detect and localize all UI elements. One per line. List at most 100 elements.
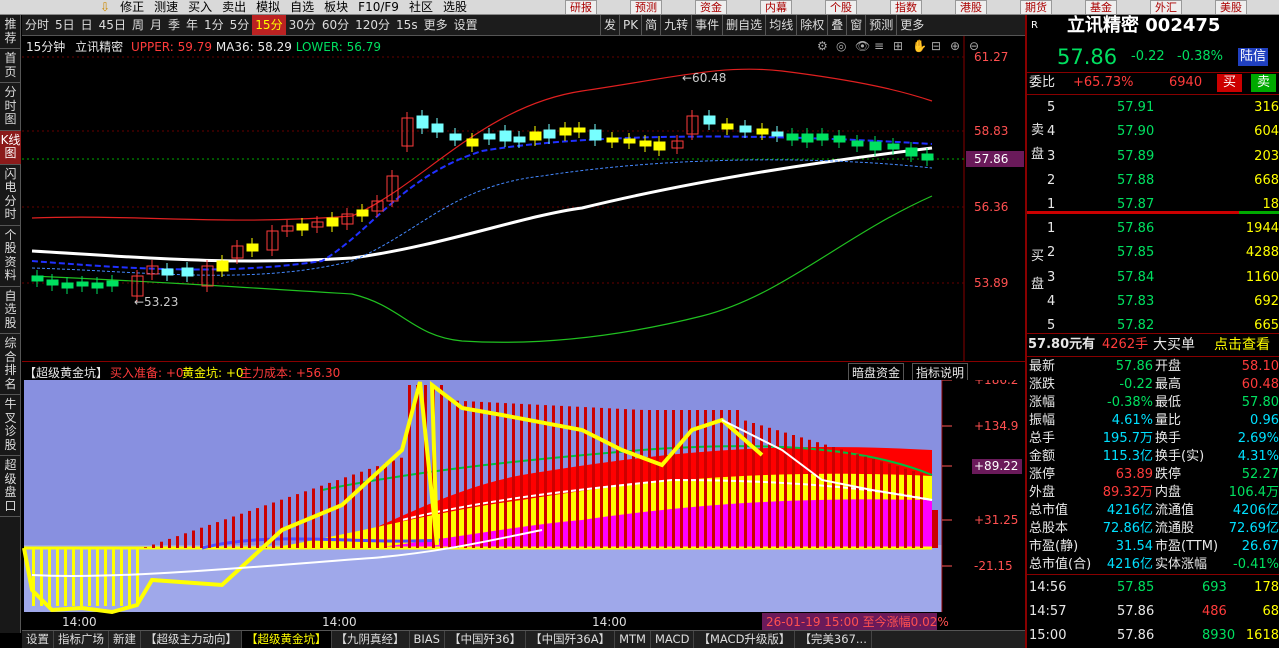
menu-item[interactable]: 模拟 bbox=[256, 0, 280, 14]
indicator-tab[interactable]: MACD bbox=[651, 631, 695, 648]
top-link[interactable]: 个股 bbox=[825, 0, 857, 14]
tool-button[interactable]: 九转 bbox=[660, 15, 691, 35]
indicator-tab[interactable]: 【MACD升级版】 bbox=[694, 631, 796, 648]
nav-item[interactable]: 个股资料 bbox=[0, 226, 21, 287]
book-row[interactable]: 3 57.84 1160 bbox=[1027, 269, 1279, 287]
sell-button[interactable]: 卖 bbox=[1251, 74, 1277, 92]
tool-button[interactable]: PK bbox=[619, 15, 641, 35]
top-link[interactable]: 期货 bbox=[1020, 0, 1052, 14]
indicator-tab[interactable]: 新建 bbox=[109, 631, 141, 648]
stat-row: 最新 57.86 开盘 58.10 bbox=[1027, 358, 1279, 376]
nav-item[interactable]: 牛叉诊股 bbox=[0, 395, 21, 456]
period-tab[interactable]: 15s bbox=[393, 15, 421, 35]
indicator-bar bbox=[872, 459, 875, 548]
indicator-tab[interactable]: BIAS bbox=[410, 631, 445, 648]
period-tab[interactable]: 30分 bbox=[286, 15, 319, 35]
menu-item[interactable]: 买入 bbox=[188, 0, 212, 14]
indicator-tab[interactable]: 设置 bbox=[22, 631, 54, 648]
period-tab[interactable]: 更多 bbox=[421, 15, 451, 35]
candle bbox=[606, 137, 619, 143]
period-tab[interactable]: 设置 bbox=[451, 15, 481, 35]
tool-button[interactable]: 事件 bbox=[691, 15, 722, 35]
stat-value: 63.89 bbox=[1115, 467, 1153, 482]
indicator-tab[interactable]: 【完美367... bbox=[795, 631, 872, 648]
period-tab[interactable]: 120分 bbox=[352, 15, 393, 35]
nav-item[interactable]: K线图 bbox=[0, 130, 21, 165]
period-tab[interactable]: 周 bbox=[129, 15, 147, 35]
tool-button[interactable]: 均线 bbox=[765, 15, 796, 35]
nav-item[interactable]: 超级盘口 bbox=[0, 456, 21, 517]
book-row[interactable]: 2 57.88 668 bbox=[1027, 172, 1279, 190]
top-link[interactable]: 内幕 bbox=[760, 0, 792, 14]
top-link[interactable]: 美股 bbox=[1215, 0, 1247, 14]
nav-item[interactable]: 自选股 bbox=[0, 287, 21, 334]
indicator-tab[interactable]: 指标广场 bbox=[54, 631, 109, 648]
tool-button[interactable]: 删自选 bbox=[722, 15, 765, 35]
indicator-tab[interactable]: 【九阴真经】 bbox=[332, 631, 410, 648]
period-tab[interactable]: 月 bbox=[147, 15, 165, 35]
big-order-link[interactable]: 点击查看 bbox=[1214, 336, 1270, 354]
indicator-bar bbox=[216, 522, 219, 548]
book-row[interactable]: 4 57.90 604 bbox=[1027, 123, 1279, 141]
indicator-tab[interactable]: 【超级主力动向】 bbox=[141, 631, 242, 648]
period-tab[interactable]: 分时 bbox=[22, 15, 52, 35]
period-tab[interactable]: 季 bbox=[165, 15, 183, 35]
top-link[interactable]: 指数 bbox=[890, 0, 922, 14]
menu-item[interactable]: 板块 bbox=[324, 0, 348, 14]
book-row[interactable]: 4 57.83 692 bbox=[1027, 293, 1279, 311]
top-link[interactable]: 资金 bbox=[695, 0, 727, 14]
menu-item[interactable]: 卖出 bbox=[222, 0, 246, 14]
indicator-tab[interactable]: 【中国歼36A】 bbox=[526, 631, 616, 648]
tool-button[interactable]: 窗 bbox=[846, 15, 865, 35]
period-tab[interactable]: 60分 bbox=[319, 15, 352, 35]
buy-button[interactable]: 买 bbox=[1217, 74, 1243, 92]
period-tab[interactable]: 15分 bbox=[252, 15, 286, 35]
nav-item[interactable]: 分时图 bbox=[0, 83, 21, 131]
menu-item[interactable]: 自选 bbox=[290, 0, 314, 14]
tool-button[interactable]: 叠 bbox=[827, 15, 846, 35]
period-tab[interactable]: 1分 bbox=[201, 15, 227, 35]
tick-volume: 486 bbox=[1202, 604, 1227, 619]
menu-f10[interactable]: F10/F9 bbox=[358, 0, 399, 14]
stat-label: 最高 bbox=[1155, 377, 1182, 392]
menu-item[interactable]: 社区 bbox=[409, 0, 433, 14]
tool-button[interactable]: 预测 bbox=[865, 15, 896, 35]
tool-button[interactable]: 简 bbox=[641, 15, 660, 35]
period-tab[interactable]: 日 bbox=[78, 15, 96, 35]
kline-chart[interactable]: 15分钟 立讯精密 UPPER: 59.79 MA36: 58.29 LOWER… bbox=[22, 36, 1025, 361]
menu-item[interactable]: 测速 bbox=[154, 0, 178, 14]
indicator-tab[interactable]: 【中国歼36】 bbox=[445, 631, 527, 648]
nav-item[interactable]: 综合排名 bbox=[0, 334, 21, 395]
period-tab[interactable]: 45日 bbox=[96, 15, 129, 35]
tool-button[interactable]: 除权 bbox=[796, 15, 827, 35]
menu-arrow-icon[interactable]: ⇩ bbox=[100, 0, 110, 14]
tool-button[interactable]: 更多 bbox=[896, 15, 927, 35]
top-link[interactable]: 预测 bbox=[630, 0, 662, 14]
stat-label: 总市值(合) bbox=[1029, 557, 1092, 572]
nav-item[interactable]: 首页 bbox=[0, 49, 21, 83]
menu-item[interactable]: 修正 bbox=[120, 0, 144, 14]
book-row[interactable]: 1 57.86 1944 bbox=[1027, 220, 1279, 238]
indicator-bar bbox=[208, 524, 211, 548]
book-row[interactable]: 5 57.91 316 bbox=[1027, 99, 1279, 117]
book-row[interactable]: 2 57.85 4288 bbox=[1027, 244, 1279, 262]
candle bbox=[326, 217, 339, 227]
indicator-tab[interactable]: 【超级黄金坑】 bbox=[242, 631, 332, 648]
chart-tool-icon: ≡ bbox=[874, 39, 884, 53]
top-link[interactable]: 基金 bbox=[1085, 0, 1117, 14]
top-link[interactable]: 外汇 bbox=[1150, 0, 1182, 14]
indicator-bar bbox=[592, 407, 595, 548]
period-tab[interactable]: 5分 bbox=[227, 15, 253, 35]
period-tab[interactable]: 年 bbox=[183, 15, 201, 35]
indicator-chart[interactable]: +186.2 +134.9 +89.22 +31.25 -21.15 14:00 14:00… bbox=[22, 373, 1025, 630]
period-tab[interactable]: 5日 bbox=[52, 15, 78, 35]
stat-value: 72.69亿 bbox=[1228, 521, 1279, 536]
top-link[interactable]: 研报 bbox=[565, 0, 597, 14]
top-link[interactable]: 港股 bbox=[955, 0, 987, 14]
tool-button[interactable]: 发 bbox=[600, 15, 619, 35]
nav-item[interactable]: 闪电分时 bbox=[0, 165, 21, 226]
menu-item[interactable]: 选股 bbox=[443, 0, 467, 14]
nav-item[interactable]: 推荐 bbox=[0, 15, 21, 49]
book-row[interactable]: 3 57.89 203 bbox=[1027, 148, 1279, 166]
indicator-tab[interactable]: MTM bbox=[615, 631, 651, 648]
